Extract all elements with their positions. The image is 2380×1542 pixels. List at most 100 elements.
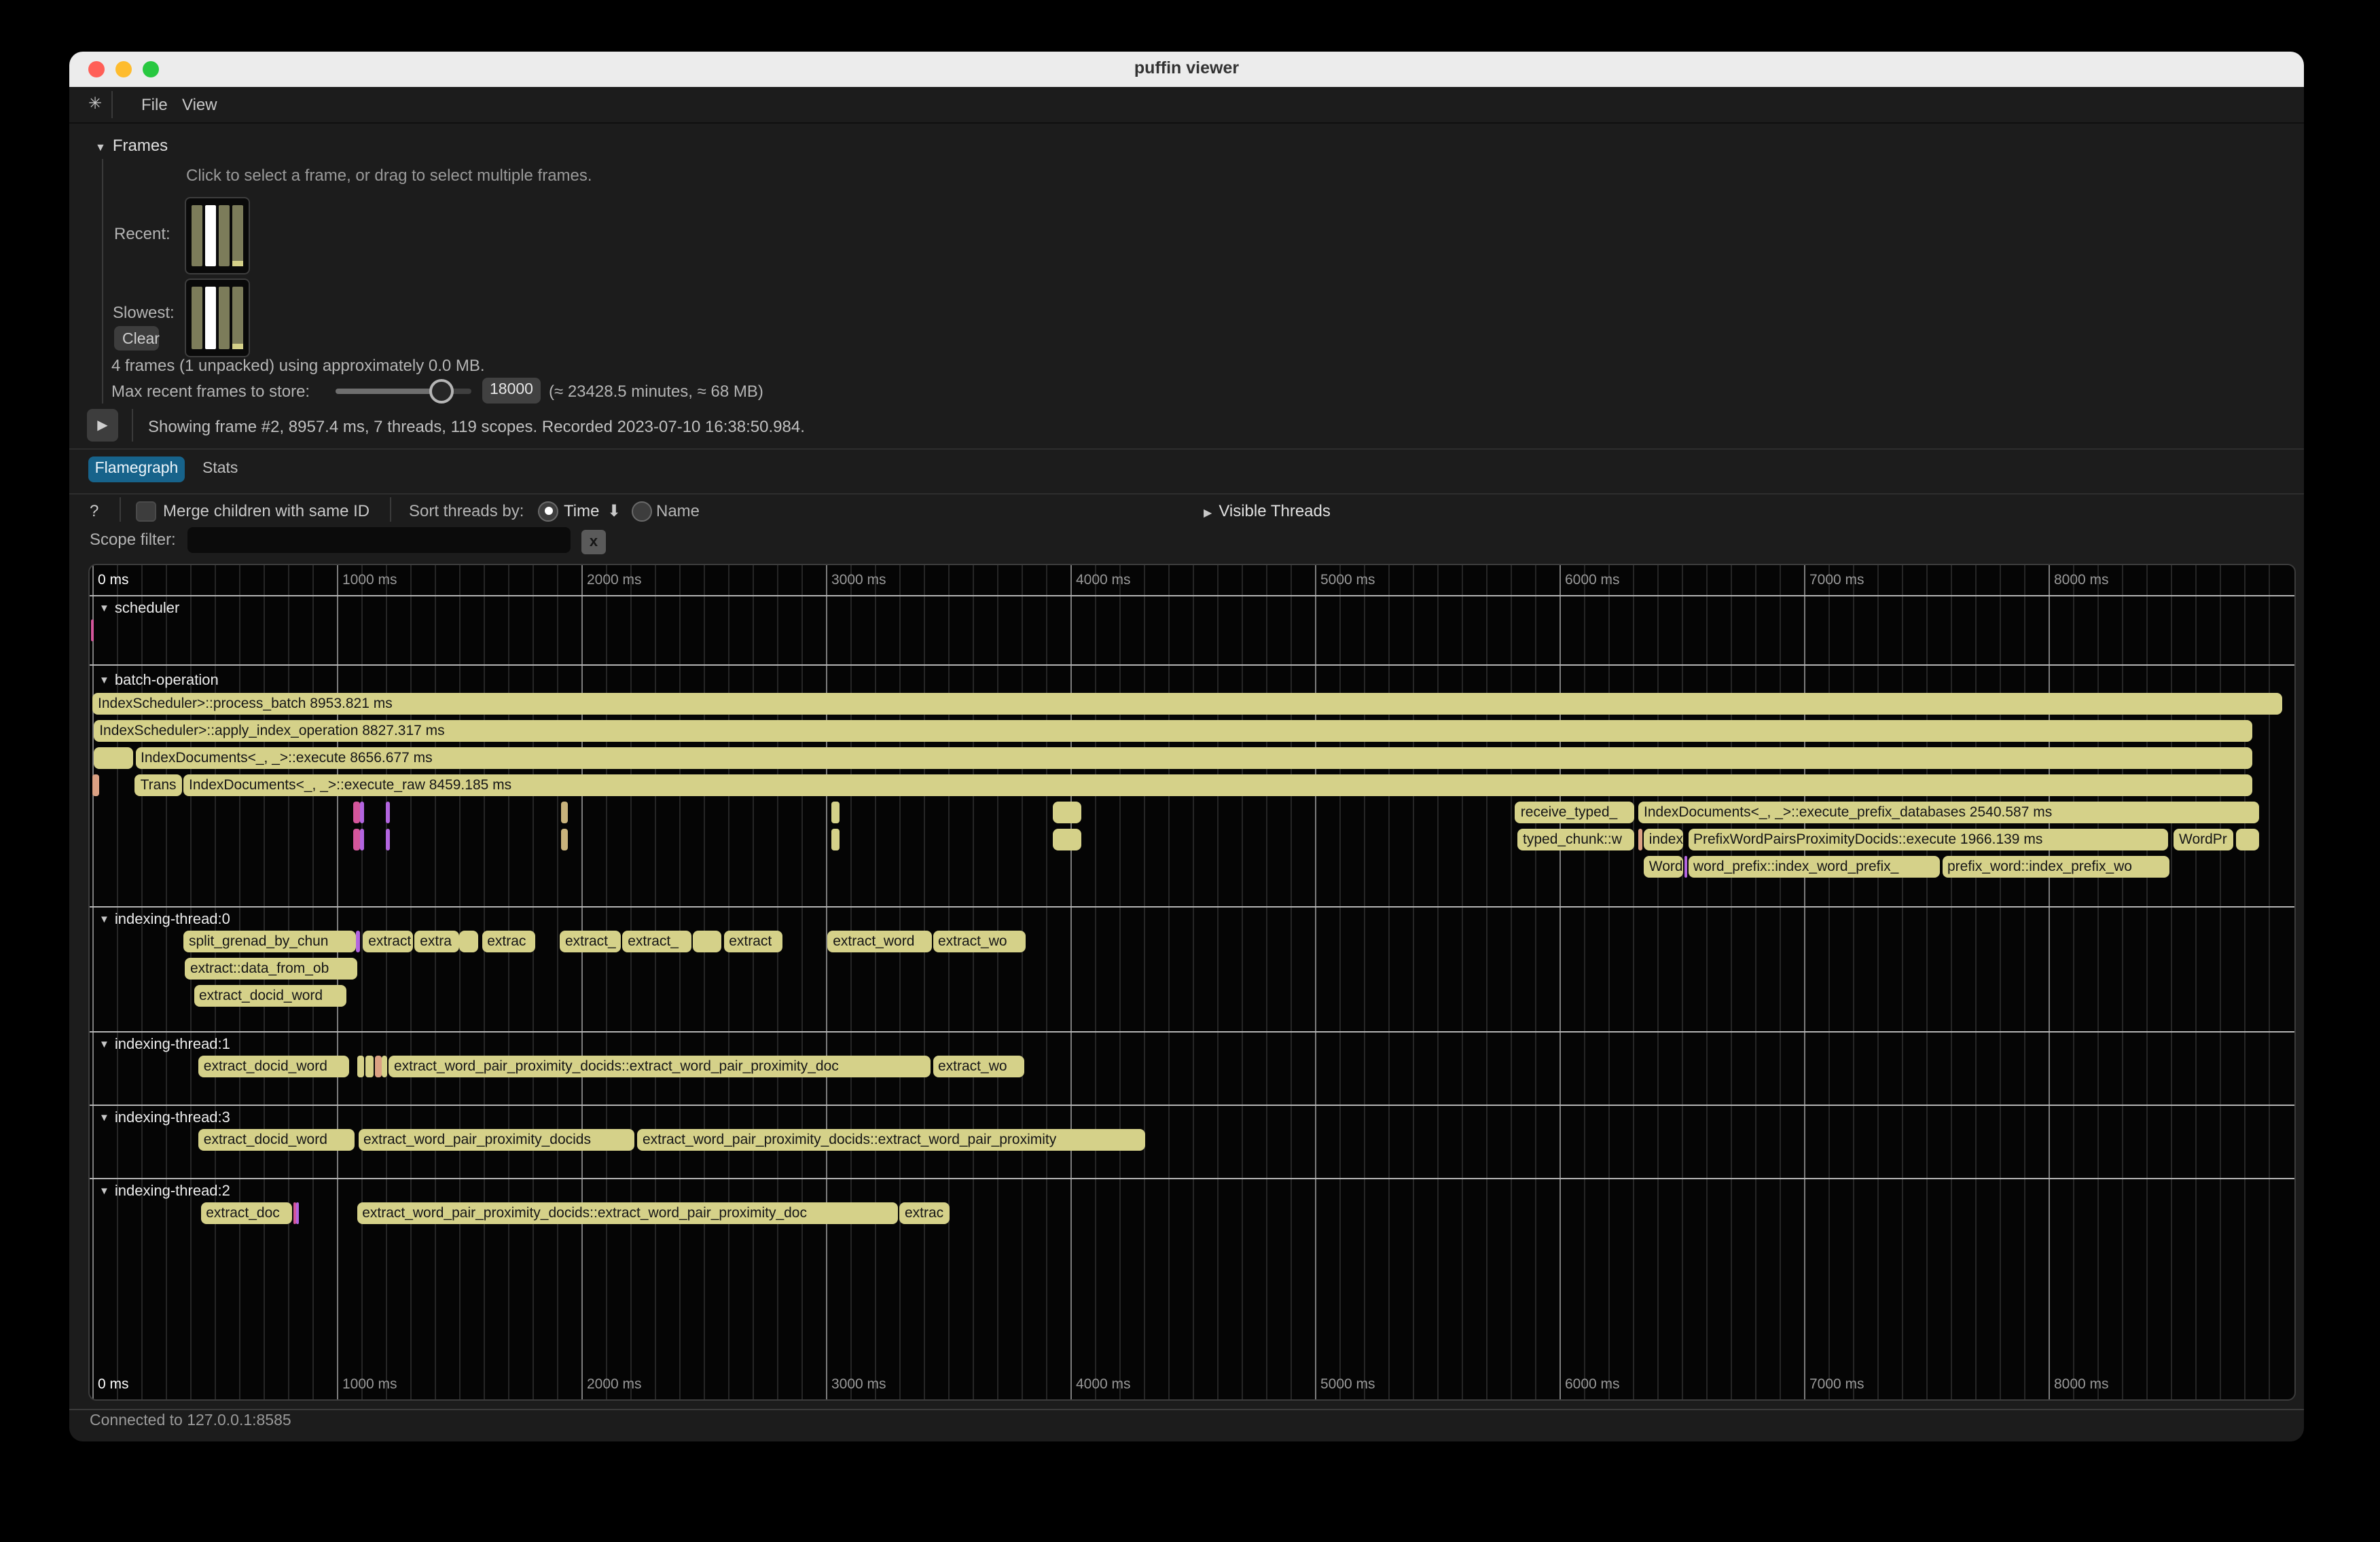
- scope-bar[interactable]: extract_word_pair_proximity_docids: [358, 1129, 634, 1151]
- frame-thumb-bar[interactable]: [219, 205, 230, 266]
- scope-bar[interactable]: extract_wo: [933, 1056, 1024, 1077]
- scope-bar[interactable]: [561, 802, 568, 823]
- scope-bar[interactable]: extract: [723, 931, 782, 952]
- scope-bar[interactable]: [359, 802, 363, 823]
- theme-toggle-icon[interactable]: ✳: [88, 94, 102, 113]
- scope-bar[interactable]: [459, 931, 478, 952]
- scope-bar[interactable]: [386, 829, 389, 850]
- sort-time-radio[interactable]: [538, 501, 558, 521]
- time-axis-label-bottom: 6000 ms: [1565, 1376, 1620, 1393]
- play-button[interactable]: ▶: [87, 409, 118, 442]
- scope-bar[interactable]: extrac: [899, 1202, 949, 1224]
- scope-bar[interactable]: [353, 802, 359, 823]
- frames-section-header[interactable]: ▼Frames: [95, 136, 168, 155]
- thread-group-header-indexing-thread-3[interactable]: ▼indexing-thread:3: [99, 1110, 230, 1126]
- frame-thumb-bar[interactable]: [219, 287, 230, 349]
- scope-bar[interactable]: [374, 1056, 381, 1077]
- slider-knob[interactable]: [429, 379, 454, 404]
- frame-thumb-bar[interactable]: [205, 287, 216, 349]
- slowest-frames-thumbnail[interactable]: [185, 279, 250, 357]
- scope-bar[interactable]: [93, 747, 133, 769]
- scope-bar[interactable]: extract::data_from_ob: [185, 958, 357, 980]
- scope-bar[interactable]: IndexDocuments<_, _>::execute_prefix_dat…: [1638, 802, 2260, 823]
- scope-bar[interactable]: extract_word_pair_proximity_docids::extr…: [637, 1129, 1144, 1151]
- scope-bar[interactable]: extract_word_pair_proximity_docids::extr…: [389, 1056, 930, 1077]
- scope-bar[interactable]: receive_typed_: [1515, 802, 1634, 823]
- frame-thumb-bar[interactable]: [192, 287, 202, 349]
- scope-bar[interactable]: [90, 620, 94, 641]
- scope-bar[interactable]: [1053, 829, 1082, 850]
- sort-name-label[interactable]: Name: [656, 501, 700, 520]
- clear-button[interactable]: Clear: [114, 326, 159, 351]
- frame-thumb-bar[interactable]: [205, 205, 216, 266]
- thread-group-header-indexing-thread-2[interactable]: ▼indexing-thread:2: [99, 1183, 230, 1200]
- scope-bar[interactable]: extrac: [482, 931, 535, 952]
- scope-bar[interactable]: Word: [1644, 856, 1684, 878]
- scope-bar[interactable]: [356, 931, 359, 952]
- sort-name-radio[interactable]: [632, 501, 652, 521]
- scope-bar[interactable]: [693, 931, 721, 952]
- scope-bar[interactable]: [382, 1056, 387, 1077]
- scope-bar[interactable]: split_grenad_by_chun: [183, 931, 355, 952]
- scope-bar[interactable]: word_prefix::index_word_prefix_: [1688, 856, 1939, 878]
- visible-threads-header[interactable]: ▶Visible Threads: [1204, 501, 1331, 520]
- scope-bar[interactable]: PrefixWordPairsProximityDocids::execute …: [1688, 829, 2169, 850]
- scope-bar[interactable]: IndexScheduler>::apply_index_operation 8…: [94, 720, 2252, 742]
- menu-view[interactable]: View: [182, 95, 217, 114]
- scope-bar[interactable]: extract_wo: [933, 931, 1026, 952]
- thread-group-header-indexing-thread-0[interactable]: ▼indexing-thread:0: [99, 912, 230, 928]
- scope-bar[interactable]: [2235, 829, 2259, 850]
- scope-bar[interactable]: [1053, 802, 1082, 823]
- scope-bar[interactable]: [365, 1056, 374, 1077]
- scope-bar[interactable]: typed_chunk::w: [1517, 829, 1634, 850]
- scope-bar[interactable]: WordPr: [2174, 829, 2233, 850]
- scope-bar[interactable]: IndexDocuments<_, _>::execute 8656.677 m…: [135, 747, 2252, 769]
- scope-bar[interactable]: [831, 802, 840, 823]
- scope-bar[interactable]: [357, 1056, 363, 1077]
- recent-frames-thumbnail[interactable]: [185, 197, 250, 274]
- clear-filter-button[interactable]: x: [581, 529, 606, 554]
- scope-bar[interactable]: IndexDocuments<_, _>::execute_raw 8459.1…: [183, 774, 2252, 796]
- thread-group-header-indexing-thread-1[interactable]: ▼indexing-thread:1: [99, 1037, 230, 1053]
- scope-bar[interactable]: [831, 829, 840, 850]
- thread-group-header-scheduler[interactable]: ▼scheduler: [99, 600, 179, 616]
- thread-group-header-batch-operation[interactable]: ▼batch-operation: [99, 672, 219, 688]
- scope-bar[interactable]: extract_docid_word: [198, 1129, 355, 1151]
- tab-stats[interactable]: Stats: [202, 461, 238, 477]
- scope-bar[interactable]: [359, 829, 363, 850]
- max-frames-value[interactable]: 18000: [482, 378, 541, 404]
- scope-bar[interactable]: index: [1644, 829, 1684, 850]
- scope-bar[interactable]: extract_doc: [200, 1202, 292, 1224]
- scope-bar[interactable]: [1638, 829, 1642, 850]
- scope-bar[interactable]: [386, 802, 389, 823]
- help-button[interactable]: ?: [90, 501, 98, 520]
- merge-children-checkbox[interactable]: [136, 501, 156, 521]
- sort-direction-arrow-icon[interactable]: ⬇: [607, 501, 621, 520]
- scope-bar[interactable]: extract_word: [827, 931, 931, 952]
- merge-children-label[interactable]: Merge children with same ID: [163, 501, 369, 520]
- scope-bar[interactable]: extract_docid_word: [194, 985, 346, 1007]
- scope-bar[interactable]: prefix_word::index_prefix_wo: [1942, 856, 2169, 878]
- sort-time-label[interactable]: Time: [564, 501, 599, 520]
- scope-bar[interactable]: [353, 829, 359, 850]
- scope-filter-input[interactable]: [187, 527, 571, 553]
- scope-bar[interactable]: [1684, 856, 1687, 878]
- menu-file[interactable]: File: [141, 95, 168, 114]
- frame-thumb-bar[interactable]: [232, 287, 243, 349]
- scope-bar[interactable]: extract: [363, 931, 414, 952]
- flamegraph-canvas[interactable]: 0 ms1000 ms2000 ms3000 ms4000 ms5000 ms6…: [88, 563, 2296, 1400]
- frame-thumb-bar[interactable]: [192, 205, 202, 266]
- scope-bar[interactable]: [561, 829, 568, 850]
- scope-bar[interactable]: Trans: [135, 774, 183, 796]
- scope-bar[interactable]: extract_docid_word: [198, 1056, 349, 1077]
- scope-bar[interactable]: IndexScheduler>::process_batch 8953.821 …: [92, 693, 2282, 715]
- tab-flamegraph[interactable]: Flamegraph: [88, 456, 185, 482]
- scope-bar[interactable]: [295, 1202, 298, 1224]
- frame-thumb-bar[interactable]: [232, 205, 243, 266]
- scope-bar[interactable]: extract_: [622, 931, 691, 952]
- scope-bar[interactable]: extra: [414, 931, 458, 952]
- minor-gridline: [1951, 564, 1952, 1399]
- scope-bar[interactable]: [93, 774, 99, 796]
- scope-bar[interactable]: extract_: [560, 931, 620, 952]
- scope-bar[interactable]: extract_word_pair_proximity_docids::extr…: [357, 1202, 897, 1224]
